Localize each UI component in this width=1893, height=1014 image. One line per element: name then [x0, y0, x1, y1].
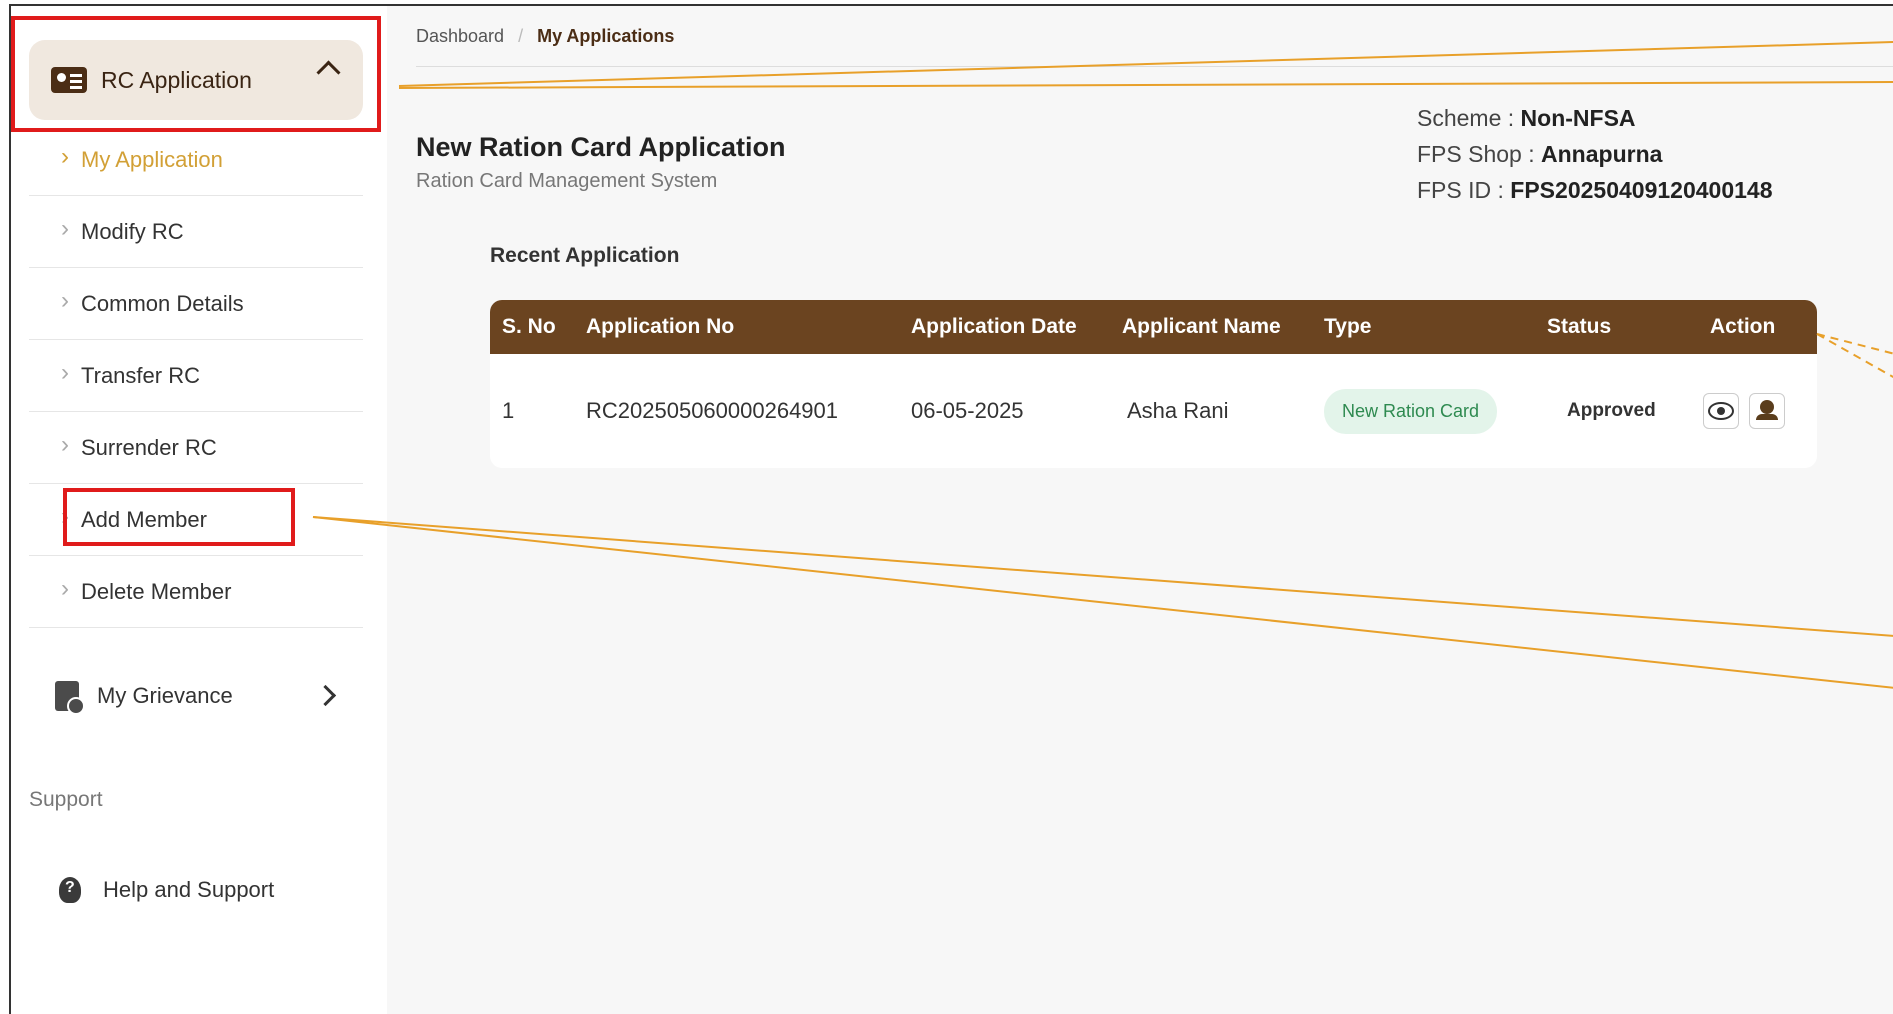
- fps-shop-value: Annapurna: [1541, 141, 1663, 167]
- sidebar-item-help-support[interactable]: Help and Support: [29, 860, 363, 920]
- scheme-label: Scheme :: [1417, 105, 1515, 131]
- recent-application-table: S. No Application No Application Date Ap…: [490, 300, 1817, 468]
- sidebar-item-my-application[interactable]: My Application: [29, 124, 363, 196]
- scheme-value: Non-NFSA: [1520, 105, 1636, 131]
- action-cell: [1703, 354, 1795, 468]
- sidebar-item-surrender-rc[interactable]: Surrender RC: [29, 412, 363, 484]
- sidebar-rc-application[interactable]: RC Application: [29, 40, 363, 120]
- grievance-icon: [55, 681, 85, 715]
- breadcrumb: Dashboard / My Applications: [416, 26, 674, 47]
- breadcrumb-current: My Applications: [537, 26, 675, 46]
- user-track-icon: [1756, 400, 1778, 420]
- cell-applicant-name: Asha Rani: [1127, 398, 1229, 423]
- type-badge-cell: New Ration Card: [1324, 354, 1498, 468]
- chevron-up-icon[interactable]: [316, 60, 341, 85]
- main-content: Dashboard / My Applications New Ration C…: [387, 6, 1893, 1014]
- status-badge: Approved: [1567, 400, 1656, 421]
- track-button[interactable]: [1749, 393, 1785, 429]
- sidebar-item-transfer-rc[interactable]: Transfer RC: [29, 340, 363, 412]
- sidebar-item-modify-rc[interactable]: Modify RC: [29, 196, 363, 268]
- col-applicant-name: Applicant Name: [1122, 315, 1281, 338]
- fps-id-value: FPS20250409120400148: [1510, 177, 1773, 203]
- support-heading: Support: [29, 788, 103, 811]
- recent-application-heading: Recent Application: [490, 244, 680, 267]
- sidebar-item-delete-member[interactable]: Delete Member: [29, 556, 363, 628]
- view-button[interactable]: [1703, 393, 1739, 429]
- sidebar-item-help-label: Help and Support: [103, 877, 275, 902]
- help-icon: [59, 877, 81, 903]
- rc-submenu: My Application Modify RC Common Details …: [29, 124, 363, 628]
- sidebar-item-my-grievance-label: My Grievance: [97, 683, 233, 708]
- type-badge: New Ration Card: [1324, 388, 1498, 434]
- col-type: Type: [1324, 315, 1372, 338]
- sidebar: RC Application My Application Modify RC …: [11, 6, 387, 1014]
- page-title: New Ration Card Application: [416, 132, 786, 162]
- col-status: Status: [1547, 315, 1612, 338]
- sidebar-item-common-details[interactable]: Common Details: [29, 268, 363, 340]
- id-card-icon: [51, 67, 87, 93]
- sidebar-item-add-member[interactable]: Add Member: [29, 484, 363, 556]
- cell-application-date: 06-05-2025: [911, 398, 1024, 423]
- cell-application-no: RC202505060000264901: [586, 398, 839, 423]
- breadcrumb-separator: /: [518, 26, 524, 46]
- fps-id-label: FPS ID :: [1417, 177, 1504, 203]
- app-frame: RC Application My Application Modify RC …: [9, 4, 1893, 1014]
- sidebar-rc-application-label: RC Application: [101, 66, 252, 93]
- col-action: Action: [1710, 315, 1776, 338]
- table-header: S. No Application No Application Date Ap…: [490, 300, 1817, 354]
- table-row: 1 RC202505060000264901 06-05-2025 Asha R…: [490, 354, 1817, 468]
- col-sno: S. No: [502, 315, 556, 338]
- eye-icon: [1708, 402, 1734, 420]
- header-divider: [416, 66, 1893, 67]
- fps-shop-label: FPS Shop :: [1417, 141, 1535, 167]
- scheme-info: Scheme : Non-NFSA FPS Shop : Annapurna F…: [1417, 100, 1772, 208]
- page-subtitle: Ration Card Management System: [416, 170, 718, 192]
- breadcrumb-dashboard[interactable]: Dashboard: [416, 26, 504, 47]
- cell-sno: 1: [502, 398, 515, 423]
- col-application-no: Application No: [586, 315, 735, 338]
- chevron-right-icon[interactable]: [314, 684, 337, 707]
- sidebar-item-my-grievance[interactable]: My Grievance: [29, 666, 363, 726]
- col-application-date: Application Date: [911, 315, 1077, 338]
